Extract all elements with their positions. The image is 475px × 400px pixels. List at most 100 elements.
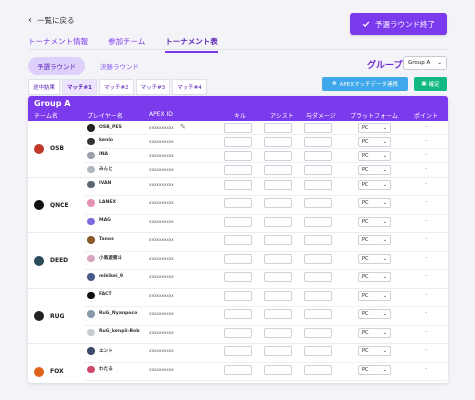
match-tab-4[interactable]: マッチ#4: [172, 79, 207, 95]
assists-input[interactable]: [264, 253, 292, 264]
player-name: わたる: [99, 367, 113, 372]
tab-bracket[interactable]: トーナメント表: [165, 36, 218, 53]
kills-input[interactable]: [224, 179, 252, 190]
platform-select[interactable]: PC ⌄: [358, 179, 391, 190]
points-value: -: [425, 347, 427, 353]
platform-select[interactable]: PC ⌄: [358, 123, 391, 133]
apex-id: xxxxxxxxxx: [149, 200, 174, 205]
damage-input[interactable]: [304, 346, 332, 356]
match-tab-3[interactable]: マッチ#3: [135, 79, 171, 95]
back-link-label: 一覧に戻る: [37, 16, 75, 25]
assists-input[interactable]: [264, 123, 292, 133]
table-row: OSB_PES xxxxxxxxxx ✎ PC ⌄ -: [28, 121, 448, 135]
assists-input[interactable]: [264, 272, 292, 282]
match-tab-1[interactable]: マッチ#1: [62, 79, 97, 95]
apex-id: xxxxxxxxxx: [149, 311, 174, 316]
damage-input[interactable]: [304, 327, 332, 338]
damage-input[interactable]: [304, 290, 332, 301]
assists-input[interactable]: [264, 216, 292, 227]
damage-input[interactable]: [304, 216, 332, 227]
kills-input[interactable]: [224, 327, 252, 338]
damage-input[interactable]: [304, 123, 332, 133]
match-tab-2[interactable]: マッチ#2: [98, 79, 134, 95]
platform-select[interactable]: PC ⌄: [358, 327, 391, 338]
damage-input[interactable]: [304, 179, 332, 190]
assists-input[interactable]: [264, 136, 292, 147]
platform-select[interactable]: PC ⌄: [358, 235, 391, 245]
tab-tournament-info[interactable]: トーナメント情報: [28, 36, 88, 53]
player-name: FACT: [99, 292, 112, 297]
platform-select[interactable]: PC ⌄: [358, 364, 391, 375]
chevron-down-icon: ⌄: [382, 166, 387, 173]
assists-input[interactable]: [264, 364, 292, 375]
tab-teams[interactable]: 参加チーム: [108, 36, 145, 53]
avatar: [87, 254, 95, 262]
kills-input[interactable]: [224, 364, 252, 375]
kills-input[interactable]: [224, 253, 252, 264]
round-final[interactable]: 決勝ラウンド: [91, 57, 148, 75]
apex-sync-button[interactable]: ✥ APEXマッチデータ連携: [322, 77, 408, 91]
assists-input[interactable]: [264, 164, 292, 175]
damage-input[interactable]: [304, 235, 332, 245]
avatar: [87, 236, 95, 244]
platform-select[interactable]: PC ⌄: [358, 150, 391, 161]
points-value: -: [425, 180, 427, 187]
apex-id: xxxxxxxxxx: [149, 366, 174, 372]
assists-input[interactable]: [264, 198, 292, 208]
platform-value: PC: [362, 181, 369, 188]
avatar: [87, 291, 95, 299]
kills-input[interactable]: [224, 235, 252, 245]
platform-select[interactable]: PC ⌄: [358, 346, 391, 356]
kills-input[interactable]: [224, 198, 252, 208]
platform-select[interactable]: PC ⌄: [358, 290, 391, 301]
match-tab-progress[interactable]: 途中結果: [28, 79, 61, 95]
assists-input[interactable]: [264, 150, 292, 161]
table-row: FACT xxxxxxxxxx PC ⌄ -: [28, 289, 448, 308]
damage-input[interactable]: [304, 150, 332, 161]
col-kills: キル: [234, 113, 247, 120]
platform-select[interactable]: PC ⌄: [358, 309, 391, 319]
apex-id: xxxxxxxxxx: [149, 348, 174, 353]
back-link[interactable]: ‹ 一覧に戻る: [28, 15, 75, 26]
group-select[interactable]: Group A ⌄: [403, 56, 447, 70]
assists-input[interactable]: [264, 290, 292, 301]
platform-select[interactable]: PC ⌄: [358, 253, 391, 264]
kills-input[interactable]: [224, 216, 252, 227]
player-name: RuG_Nyanpoco: [99, 310, 138, 316]
damage-input[interactable]: [304, 136, 332, 147]
round-qualifier[interactable]: 予選ラウンド: [28, 57, 85, 75]
assists-input[interactable]: [264, 309, 292, 319]
damage-input[interactable]: [304, 272, 332, 282]
confirm-button[interactable]: ▣ 確定: [414, 77, 447, 91]
pencil-icon[interactable]: ✎: [180, 123, 186, 131]
apex-id: xxxxxxxxxx: [149, 329, 174, 335]
platform-select[interactable]: PC ⌄: [358, 216, 391, 227]
assists-input[interactable]: [264, 327, 292, 338]
platform-select[interactable]: PC ⌄: [358, 198, 391, 208]
avatar: [87, 217, 95, 225]
team-block: OSB OSB_PES xxxxxxxxxx ✎ PC ⌄ - kenlo xxxxxxxxxx…: [28, 121, 448, 177]
damage-input[interactable]: [304, 198, 332, 208]
kills-input[interactable]: [224, 272, 252, 282]
kills-input[interactable]: [224, 290, 252, 301]
damage-input[interactable]: [304, 309, 332, 319]
platform-select[interactable]: PC ⌄: [358, 272, 391, 282]
points-value: -: [425, 365, 427, 372]
kills-input[interactable]: [224, 150, 252, 161]
damage-input[interactable]: [304, 253, 332, 264]
assists-input[interactable]: [264, 346, 292, 356]
platform-select[interactable]: PC ⌄: [358, 136, 391, 147]
kills-input[interactable]: [224, 164, 252, 175]
chevron-down-icon: ⌄: [382, 255, 387, 262]
assists-input[interactable]: [264, 179, 292, 190]
kills-input[interactable]: [224, 346, 252, 356]
kills-input[interactable]: [224, 123, 252, 133]
finish-round-button[interactable]: 予選ラウンド終了: [350, 13, 447, 35]
platform-select[interactable]: PC ⌄: [358, 164, 391, 175]
kills-input[interactable]: [224, 309, 252, 319]
kills-input[interactable]: [224, 136, 252, 147]
damage-input[interactable]: [304, 364, 332, 375]
points-value: -: [425, 273, 427, 279]
assists-input[interactable]: [264, 235, 292, 245]
damage-input[interactable]: [304, 164, 332, 175]
